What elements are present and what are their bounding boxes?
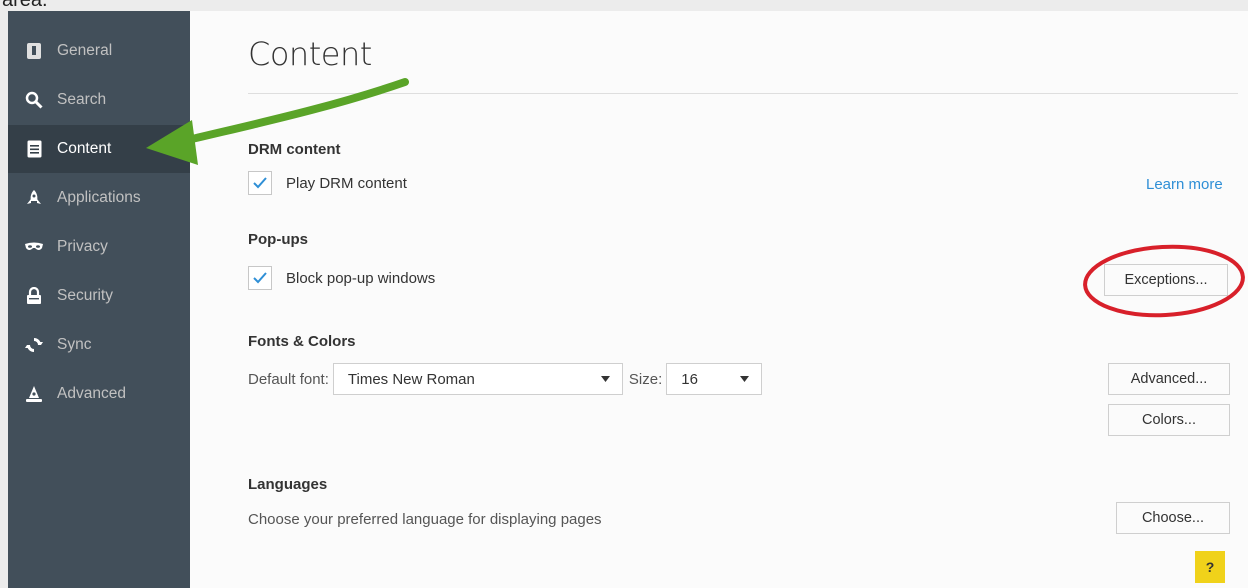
preferences-window: General Search Content Applications Priv… [8, 11, 1248, 588]
default-font-select[interactable]: Times New Roman [332, 363, 623, 395]
sidebar-item-label: Search [57, 91, 107, 108]
font-size-value: 16 [681, 370, 698, 388]
privacy-mask-icon [24, 237, 44, 257]
checkmark-icon [253, 272, 267, 284]
sidebar: General Search Content Applications Priv… [8, 11, 190, 588]
content-icon [24, 139, 44, 159]
lock-icon [24, 286, 44, 306]
learn-more-link[interactable]: Learn more [1146, 176, 1223, 193]
sidebar-item-applications[interactable]: Applications [8, 174, 190, 222]
default-font-value: Times New Roman [347, 370, 475, 388]
languages-description: Choose your preferred language for displ… [248, 511, 602, 528]
default-font-label: Default font: [248, 370, 329, 388]
sidebar-item-label: Content [57, 140, 112, 157]
block-popups-row: Block pop-up windows [248, 266, 435, 290]
size-label: Size: [628, 370, 663, 388]
content-pane: Content DRM content Play DRM content Lea… [190, 11, 1248, 588]
caption-strip: area. [0, 0, 1248, 11]
play-drm-row: Play DRM content [248, 171, 407, 195]
advanced-fonts-button[interactable]: Advanced... [1108, 363, 1230, 395]
general-icon [24, 41, 44, 61]
advanced-wizard-icon [24, 384, 44, 404]
sidebar-item-label: Security [57, 287, 113, 304]
default-font-row: Default font: Times New Roman Size: 16 [248, 363, 763, 395]
checkmark-icon [253, 177, 267, 189]
exceptions-button[interactable]: Exceptions... [1104, 264, 1228, 296]
sidebar-item-label: General [57, 42, 113, 59]
dropdown-arrow-icon [600, 376, 610, 382]
play-drm-label[interactable]: Play DRM content [286, 175, 407, 192]
help-button[interactable]: ? [1195, 551, 1225, 583]
font-size-select[interactable]: 16 [666, 363, 763, 395]
colors-button[interactable]: Colors... [1108, 404, 1230, 436]
sidebar-item-label: Applications [57, 189, 141, 206]
caption-text: area. [2, 0, 48, 11]
applications-icon [24, 188, 44, 208]
languages-heading: Languages [248, 476, 328, 493]
sidebar-item-label: Sync [57, 336, 92, 353]
sidebar-item-label: Advanced [57, 385, 126, 402]
choose-languages-button[interactable]: Choose... [1116, 502, 1230, 534]
sidebar-item-general[interactable]: General [8, 27, 190, 75]
page-title: Content [248, 35, 372, 73]
sidebar-item-privacy[interactable]: Privacy [8, 223, 190, 271]
popups-heading: Pop-ups [248, 231, 308, 248]
fonts-colors-heading: Fonts & Colors [248, 333, 356, 350]
search-icon [24, 90, 44, 110]
title-divider [248, 93, 1238, 94]
block-popups-checkbox[interactable] [248, 266, 272, 290]
block-popups-label[interactable]: Block pop-up windows [286, 270, 435, 287]
drm-heading: DRM content [248, 141, 341, 158]
sidebar-item-security[interactable]: Security [8, 272, 190, 320]
sidebar-item-sync[interactable]: Sync [8, 321, 190, 369]
sidebar-item-advanced[interactable]: Advanced [8, 370, 190, 418]
sync-icon [24, 335, 44, 355]
sidebar-item-search[interactable]: Search [8, 76, 190, 124]
sidebar-item-label: Privacy [57, 238, 108, 255]
play-drm-checkbox[interactable] [248, 171, 272, 195]
dropdown-arrow-icon [740, 376, 750, 382]
sidebar-item-content[interactable]: Content [8, 125, 190, 173]
